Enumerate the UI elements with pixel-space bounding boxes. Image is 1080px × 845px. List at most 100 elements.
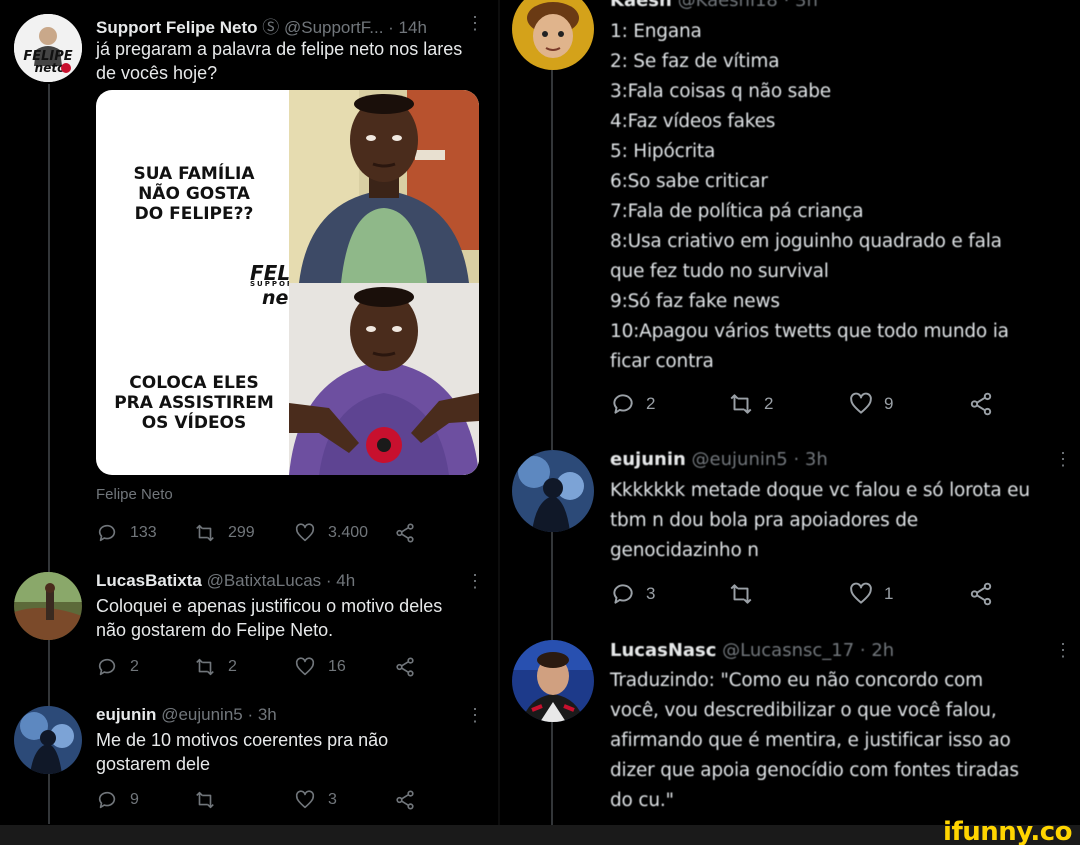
reply-button[interactable]: 2 — [610, 391, 655, 417]
like-icon — [295, 523, 315, 542]
author-handle[interactable]: @eujunin5 — [161, 705, 243, 724]
like-button[interactable]: 3 — [294, 789, 337, 811]
eujunin-avatar[interactable] — [14, 706, 82, 774]
card-question-bottom: COLOCA ELES PRA ASSISTIREM OS VÍDEOS — [114, 373, 274, 433]
retweet-icon — [196, 791, 214, 809]
tweet-text-line: do cu." — [610, 790, 674, 811]
tweet-time[interactable]: · 2h — [860, 640, 894, 661]
main-tweet-header: Support Felipe Neto Ⓢ @SupportF... · 14h — [96, 13, 427, 38]
ifunny-watermark: ifunny.co — [943, 817, 1072, 845]
eujunin-avatar[interactable] — [512, 450, 594, 532]
tweet2-header: eujunin @eujunin5 · 3h — [610, 449, 828, 470]
support-felipe-neto-avatar[interactable]: FELIPE neto — [14, 14, 82, 82]
kaeshi-avatar[interactable] — [512, 0, 594, 70]
tweet-text-line: gostarem dele — [96, 754, 211, 774]
tweet-text-line: 2: Se faz de vítima — [610, 51, 780, 72]
more-icon[interactable]: ⋮ — [466, 14, 484, 32]
reply-icon — [98, 658, 116, 676]
like-count: 1 — [884, 584, 894, 603]
card-source-label[interactable]: Felipe Neto — [96, 486, 173, 503]
like-icon — [850, 392, 872, 414]
main-tweet-actions: 133 299 3.400 — [96, 522, 476, 546]
reply2-text: Me de 10 motivos coerentes pra não gosta… — [96, 728, 388, 776]
reply2-header: eujunin @eujunin5 · 3h — [96, 705, 277, 725]
right-screenshot: Kaesh @Kaeshi18 · 3h 1: Engana 2: Se faz … — [500, 0, 1080, 825]
reply-button[interactable]: 2 — [96, 656, 139, 678]
svg-text:neto: neto — [35, 61, 66, 75]
author-name[interactable]: LucasNasc — [610, 640, 716, 661]
thread-line — [551, 70, 553, 450]
tweet-text-line: Me de 10 motivos coerentes pra não — [96, 730, 389, 750]
tweet-time[interactable]: · 3h — [247, 705, 276, 724]
author-name[interactable]: Kaesh — [610, 0, 672, 11]
reply-count: 133 — [130, 524, 157, 541]
tweet-text-line: Coloquei e apenas justificou o motivo de… — [96, 596, 443, 616]
share-icon — [970, 392, 992, 416]
author-name[interactable]: Support Felipe Neto — [96, 18, 258, 37]
tweet-time[interactable]: · 14h — [388, 18, 427, 37]
more-icon[interactable]: ⋮ — [1054, 450, 1072, 468]
author-name[interactable]: eujunin — [96, 705, 156, 724]
tweet-text-line: 3:Fala coisas q não sabe — [610, 81, 831, 102]
like-button[interactable]: 3.400 — [294, 522, 368, 544]
reply-count: 3 — [646, 584, 656, 603]
share-button[interactable] — [968, 391, 1006, 417]
author-handle[interactable]: @Lucasnsc_17 — [722, 640, 854, 661]
tweet-text-line: de vocês hoje? — [96, 63, 218, 83]
author-name[interactable]: LucasBatixta — [96, 571, 202, 590]
share-button[interactable] — [968, 581, 1006, 607]
retweet-button[interactable]: 2 — [728, 391, 773, 417]
tweet-text-line: genocidazinho n — [610, 540, 759, 561]
retweet-count: 299 — [228, 524, 255, 541]
retweet-button[interactable]: 299 — [194, 522, 255, 544]
reply-icon — [98, 524, 116, 542]
author-name[interactable]: eujunin — [610, 449, 686, 470]
like-count: 16 — [328, 658, 346, 675]
lucasbatixta-avatar[interactable] — [14, 572, 82, 640]
like-button[interactable]: 1 — [848, 581, 893, 607]
tweet-time[interactable]: · 3h — [793, 449, 827, 470]
share-button[interactable] — [394, 789, 428, 811]
retweet-count: 2 — [228, 658, 237, 675]
author-handle[interactable]: @SupportF... — [284, 18, 383, 37]
lucasnasc-avatar[interactable] — [512, 640, 594, 722]
tweet-text-line: ficar contra — [610, 351, 714, 372]
tweet2-actions: 3 1 — [610, 581, 1010, 607]
like-icon — [295, 657, 315, 676]
like-count: 9 — [884, 394, 894, 413]
reply-button[interactable]: 133 — [96, 522, 157, 544]
author-handle[interactable]: @Kaeshi18 — [678, 0, 778, 11]
author-handle[interactable]: @BatixtaLucas — [207, 571, 322, 590]
tweet-time[interactable]: · 3h — [784, 0, 818, 11]
like-button[interactable]: 9 — [848, 391, 893, 417]
like-button[interactable]: 16 — [294, 656, 346, 678]
tweet3-header: LucasNasc @Lucasnsc_17 · 2h — [610, 640, 894, 661]
tweet1-header: Kaesh @Kaeshi18 · 3h — [610, 0, 818, 11]
tweet-text-line: você, vou descredibilizar o que você fal… — [610, 700, 997, 721]
reply-count: 9 — [130, 791, 139, 808]
share-button[interactable] — [394, 656, 428, 678]
verified-icon: Ⓢ — [262, 18, 280, 37]
more-icon[interactable]: ⋮ — [466, 572, 484, 590]
retweet-icon — [730, 584, 752, 604]
tweet2-text: Kkkkkkk metade doque vc falou e só lorot… — [610, 476, 1030, 566]
more-icon[interactable]: ⋮ — [1054, 641, 1072, 659]
reply1-actions: 2 2 16 — [96, 656, 476, 680]
reply-button[interactable]: 9 — [96, 789, 139, 811]
reply-icon — [613, 584, 633, 604]
tweet-image-card[interactable]: SUA FAMÍLIA NÃO GOSTA DO FELIPE?? FELIPE… — [96, 90, 479, 475]
share-icon — [396, 657, 414, 677]
author-handle[interactable]: @eujunin5 — [692, 449, 788, 470]
reply-count: 2 — [130, 658, 139, 675]
tweet1-text: 1: Engana 2: Se faz de vítima 3:Fala coisa… — [610, 17, 1009, 377]
share-button[interactable] — [394, 522, 428, 544]
card-question-top: SUA FAMÍLIA NÃO GOSTA DO FELIPE?? — [133, 164, 255, 224]
reply-button[interactable]: 3 — [610, 581, 655, 607]
retweet-button[interactable]: 2 — [194, 656, 237, 678]
card-photo-bottom — [289, 283, 479, 475]
reply-count: 2 — [646, 394, 656, 413]
tweet-time[interactable]: · 4h — [326, 571, 355, 590]
retweet-button[interactable] — [194, 789, 228, 811]
retweet-button[interactable] — [728, 581, 764, 607]
more-icon[interactable]: ⋮ — [466, 706, 484, 724]
